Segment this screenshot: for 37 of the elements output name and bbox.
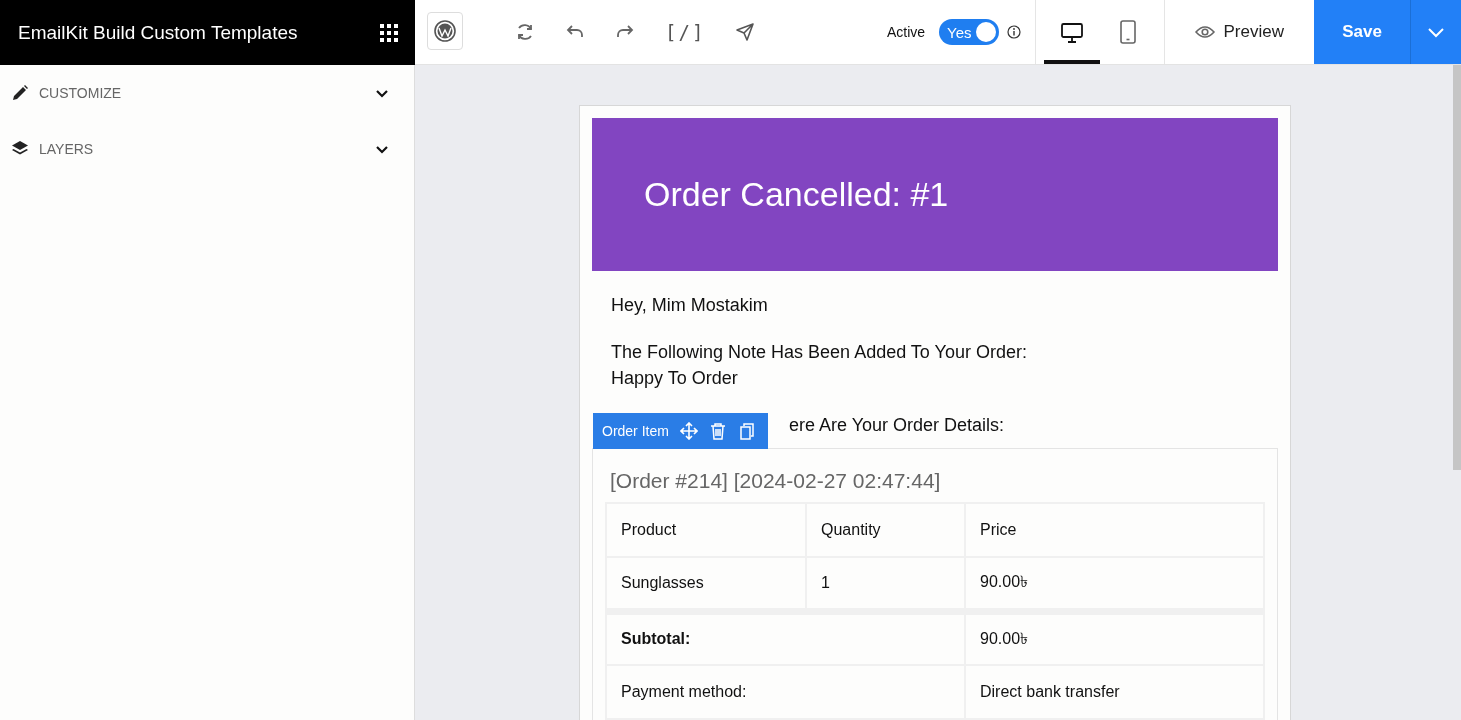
email-heading: Order Cancelled: #1 (644, 175, 949, 214)
send-icon[interactable] (735, 22, 756, 42)
order-title: [Order #214] [2024-02-27 02:47:44] (610, 469, 942, 493)
logo-icon (434, 20, 456, 42)
preview-button[interactable]: Preview (1164, 0, 1314, 64)
total-label: Subtotal: (606, 611, 965, 665)
section-label: LAYERS (39, 141, 95, 157)
total-label: Payment method: (606, 665, 965, 719)
element-label: Order Item (602, 423, 669, 439)
desktop-icon (1060, 21, 1083, 43)
wordpress-logo-button[interactable] (427, 12, 463, 50)
move-icon[interactable] (679, 422, 698, 440)
refresh-icon[interactable] (515, 22, 535, 42)
mobile-icon (1118, 20, 1137, 44)
table-cell: Sunglasses (606, 557, 806, 611)
save-button[interactable]: Save (1314, 0, 1410, 64)
section-label: CUSTOMIZE (39, 85, 123, 101)
section-header[interactable]: LAYERS (0, 121, 414, 177)
total-value: 90.00৳ (965, 611, 1264, 665)
column-header: Product (606, 503, 806, 557)
reminder-text: ere Are Your Order Details: (789, 414, 1006, 437)
copy-icon[interactable] (737, 422, 756, 440)
pencil-icon (11, 84, 29, 102)
total-value: Direct bank transfer (965, 665, 1264, 719)
info-icon (1006, 25, 1021, 39)
active-toggle[interactable]: Yes (939, 19, 999, 45)
active-label: Active (886, 24, 926, 40)
note-text: The Following Note Has Been Added To Your Order: Happy To Order (611, 341, 1028, 390)
greeting-text: Hey, Mim Mostakim (611, 294, 769, 317)
app-title: EmailKit Build Custom Templates (18, 21, 298, 44)
delete-icon[interactable] (708, 422, 727, 440)
apps-grid-icon[interactable] (380, 23, 398, 42)
column-header: Price (965, 503, 1264, 557)
column-header: Quantity (806, 503, 965, 557)
shortcode-button[interactable]: [/] (665, 21, 706, 43)
eye-icon (1194, 24, 1215, 40)
section-header[interactable]: CUSTOMIZE (0, 65, 414, 121)
